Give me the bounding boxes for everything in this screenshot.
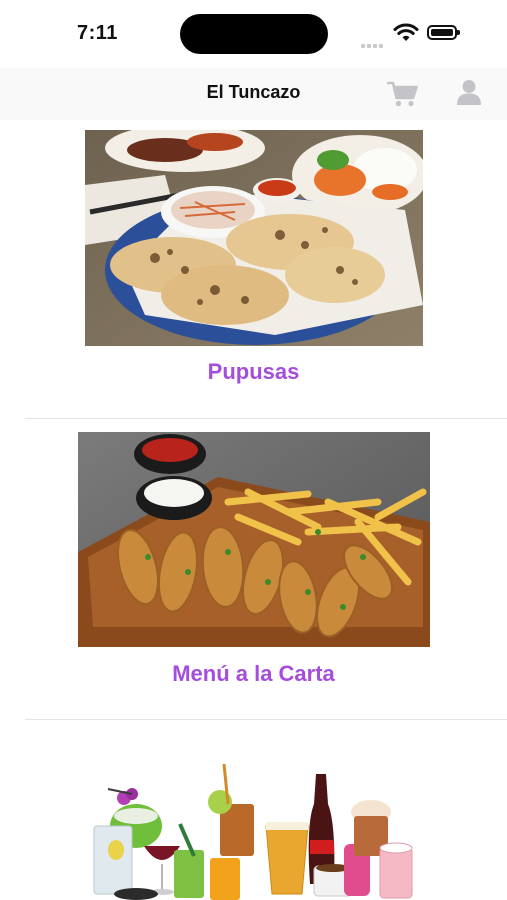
divider [25,719,507,720]
nav-bar: El Tuncazo [0,68,507,120]
wifi-icon [393,23,419,41]
drinks-photo[interactable] [88,764,420,900]
cellular-signal-icon [361,35,385,53]
status-bar: 7:11 [0,0,507,68]
menu-item-label: Menú a la Carta [172,661,335,686]
cart-icon[interactable] [387,80,419,108]
menu-item-drinks[interactable] [0,722,507,900]
person-icon[interactable] [456,79,482,107]
pupusas-photo[interactable] [85,130,423,346]
menu-item-a-la-carta[interactable]: Menú a la Carta [0,420,507,722]
status-time: 7:11 [77,22,118,44]
chicken-tenders-fries-photo[interactable] [78,432,430,647]
battery-icon [427,25,460,40]
page-title: El Tuncazo [206,82,301,102]
menu-item-label: Pupusas [207,359,300,384]
dynamic-island [180,14,328,54]
divider [25,418,507,419]
menu-item-pupusas[interactable]: Pupusas [0,120,507,420]
